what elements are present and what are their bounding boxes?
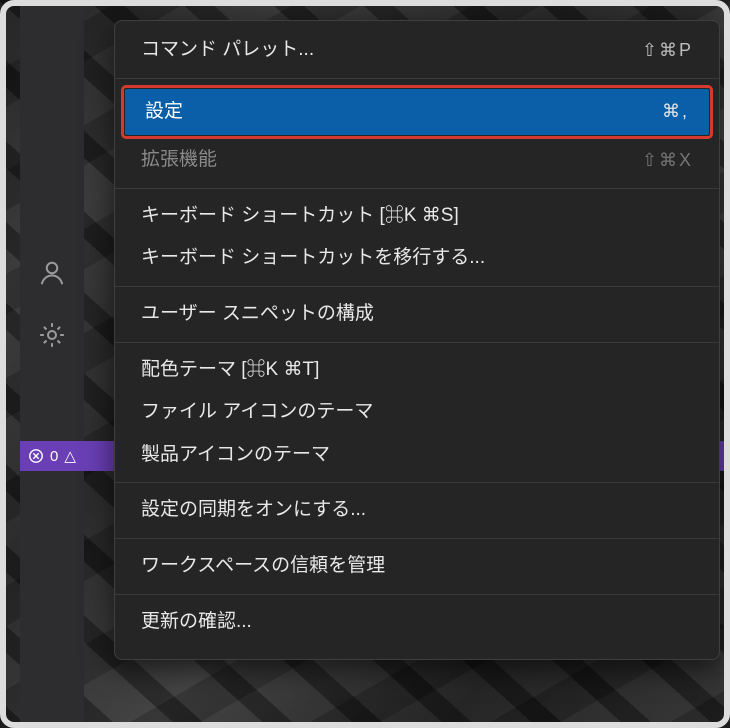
menu-item[interactable]: ユーザー スニペットの構成 <box>115 293 719 336</box>
menu-item[interactable]: 設定 ⌘, <box>125 89 709 136</box>
menu-item-label: 更新の確認... <box>141 609 252 636</box>
account-icon[interactable] <box>35 256 69 290</box>
settings-context-menu: コマンド パレット... ⇧⌘P 設定 ⌘, 拡張機能 ⇧⌘X キーボード ショートカット … <box>114 20 720 660</box>
menu-item-shortcut: ⌘, <box>662 99 689 124</box>
menu-item-label: 拡張機能 <box>141 147 217 174</box>
app-window: 0 △ コマンド パレット... ⇧⌘P 設定 ⌘, 拡張機能 ⇧⌘X キーボード ショート… <box>6 6 724 722</box>
warning-icon[interactable]: △ <box>64 447 76 465</box>
menu-separator <box>115 188 719 189</box>
menu-item: 拡張機能 ⇧⌘X <box>115 139 719 182</box>
error-icon[interactable] <box>28 448 44 464</box>
activity-bar <box>20 6 84 722</box>
menu-item-label: 配色テーマ [⌘K ⌘T] <box>141 357 319 384</box>
menu-separator <box>115 78 719 79</box>
menu-item-label: キーボード ショートカット [⌘K ⌘S] <box>141 203 459 230</box>
menu-item[interactable]: ファイル アイコンのテーマ <box>115 391 719 434</box>
menu-separator <box>115 342 719 343</box>
gear-icon[interactable] <box>35 318 69 352</box>
menu-item-label: ワークスペースの信頼を管理 <box>141 553 385 580</box>
menu-item[interactable]: キーボード ショートカット [⌘K ⌘S] <box>115 195 719 238</box>
menu-item-label: ファイル アイコンのテーマ <box>141 399 373 426</box>
menu-item-label: 製品アイコンのテーマ <box>141 442 330 469</box>
menu-item-shortcut: ⇧⌘P <box>642 38 693 63</box>
menu-item[interactable]: 配色テーマ [⌘K ⌘T] <box>115 349 719 392</box>
menu-item[interactable]: ワークスペースの信頼を管理 <box>115 545 719 588</box>
menu-item[interactable]: 製品アイコンのテーマ <box>115 434 719 477</box>
menu-item-shortcut: ⇧⌘X <box>642 148 693 173</box>
error-count: 0 <box>50 448 58 465</box>
menu-separator <box>115 482 719 483</box>
menu-item[interactable]: 設定の同期をオンにする... <box>115 489 719 532</box>
menu-separator <box>115 594 719 595</box>
menu-item[interactable]: 更新の確認... <box>115 601 719 644</box>
menu-separator <box>115 538 719 539</box>
menu-item-label: キーボード ショートカットを移行する... <box>141 245 485 272</box>
menu-item-label: 設定の同期をオンにする... <box>141 497 366 524</box>
menu-item-highlight: 設定 ⌘, <box>121 85 713 140</box>
menu-separator <box>115 286 719 287</box>
menu-item[interactable]: キーボード ショートカットを移行する... <box>115 237 719 280</box>
menu-item-label: 設定 <box>145 99 183 126</box>
menu-item-label: コマンド パレット... <box>141 37 314 64</box>
menu-item[interactable]: コマンド パレット... ⇧⌘P <box>115 29 719 72</box>
menu-item-label: ユーザー スニペットの構成 <box>141 301 374 328</box>
